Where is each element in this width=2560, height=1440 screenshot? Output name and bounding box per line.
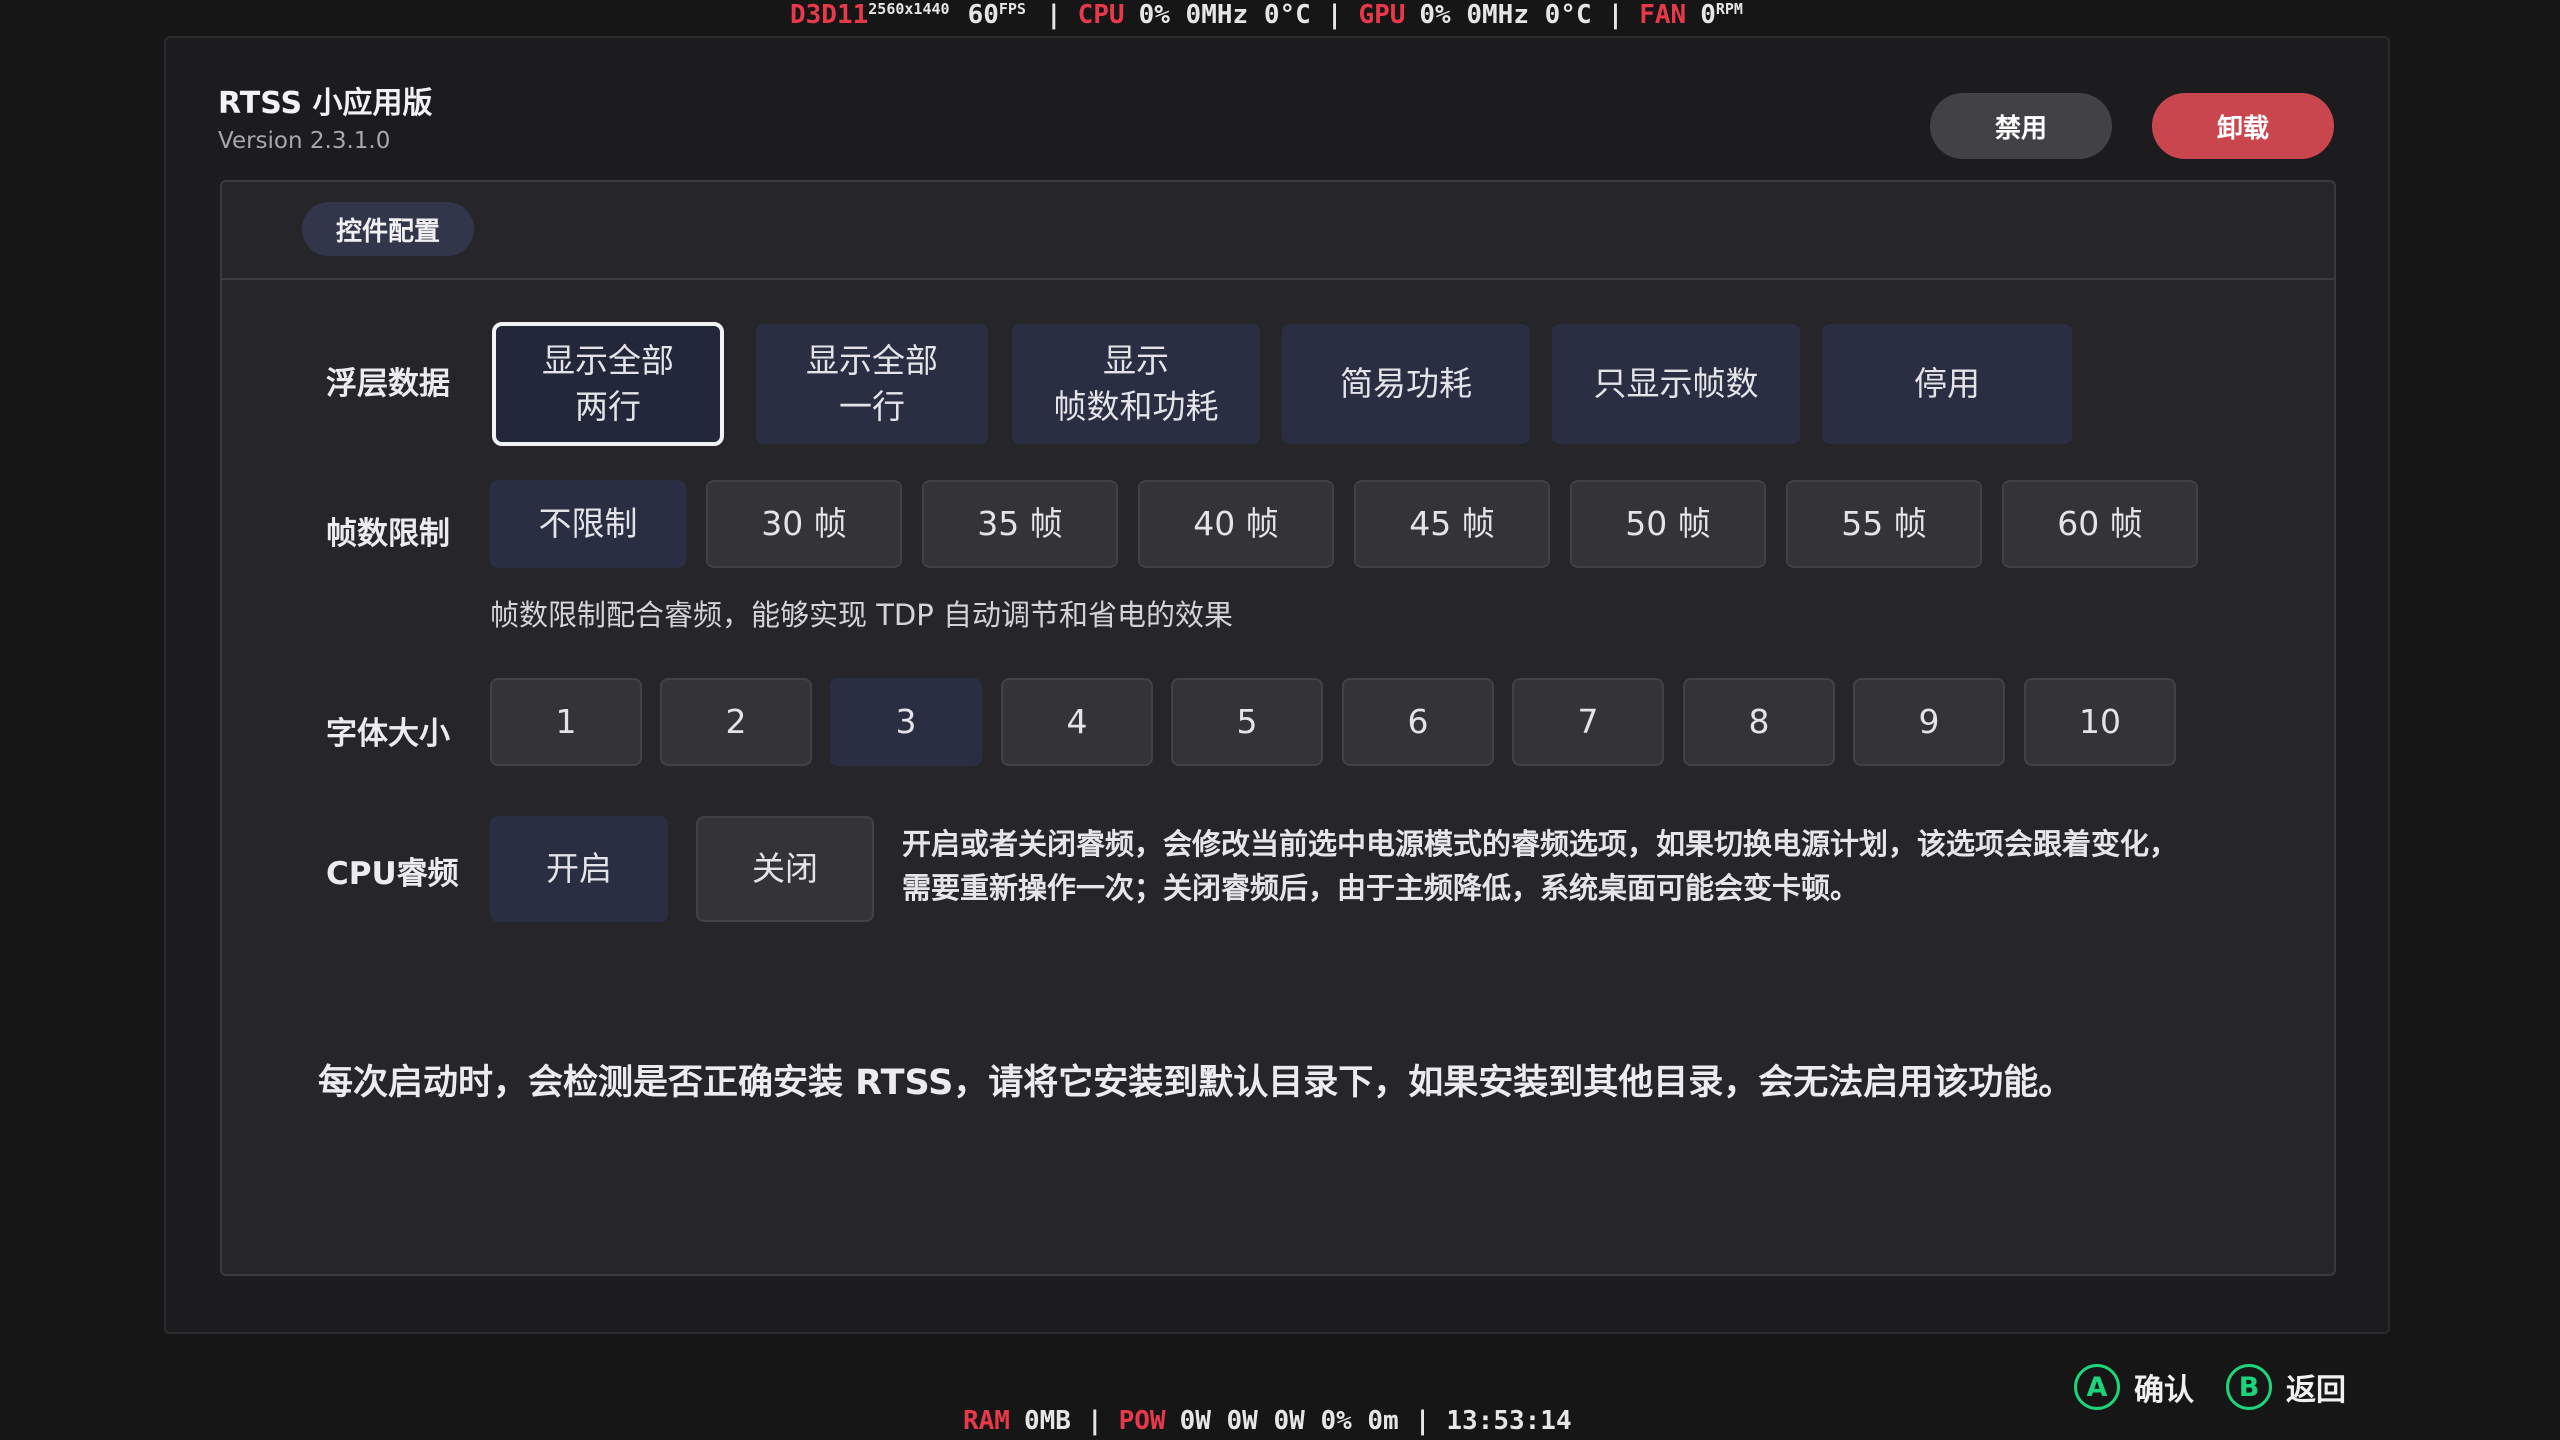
font-size-option-6[interactable]: 6: [1342, 678, 1494, 766]
font-size-option-2[interactable]: 2: [660, 678, 812, 766]
fps-limit-option-40[interactable]: 40 帧: [1138, 480, 1334, 568]
overlay-option-line2: 一行: [839, 387, 905, 426]
b-button-icon: B: [2226, 1364, 2272, 1410]
overlay-option-simple-power[interactable]: 简易功耗: [1282, 324, 1530, 444]
confirm-hint[interactable]: A 确认: [2074, 1364, 2194, 1410]
osd-ram-label: RAM: [963, 1406, 1010, 1436]
osd-top-bar: D3D11 2560x1440 60 FPS | CPU 0% 0MHz 0°C…: [790, 0, 1743, 30]
osd-cpu-label: CPU: [1077, 0, 1125, 30]
cpu-boost-on-button[interactable]: 开启: [490, 816, 668, 922]
font-size-option-9[interactable]: 9: [1853, 678, 2005, 766]
font-size-option-4[interactable]: 4: [1001, 678, 1153, 766]
overlay-option-all-two-lines[interactable]: 显示全部 两行: [492, 322, 724, 446]
osd-cpu-values: 0% 0MHz 0°C: [1138, 0, 1311, 30]
panel-divider: [222, 278, 2334, 280]
osd-clock: 13:53:14: [1446, 1406, 1572, 1436]
app-version: Version 2.3.1.0: [218, 128, 391, 154]
font-size-option-5[interactable]: 5: [1171, 678, 1323, 766]
cpu-boost-off-button[interactable]: 关闭: [696, 816, 874, 922]
fps-limit-hint: 帧数限制配合睿频，能够实现 TDP 自动调节和省电的效果: [490, 598, 1233, 632]
osd-pow-values: 0W 0W 0W 0% 0m: [1179, 1406, 1399, 1436]
fps-limit-option-50[interactable]: 50 帧: [1570, 480, 1766, 568]
rtss-install-notice: 每次启动时，会检测是否正确安装 RTSS，请将它安装到默认目录下，如果安装到其他…: [318, 1063, 2074, 1103]
osd-gpu-values: 0% 0MHz 0°C: [1419, 0, 1592, 30]
back-hint[interactable]: B 返回: [2226, 1364, 2346, 1410]
font-size-option-7[interactable]: 7: [1512, 678, 1664, 766]
cpu-boost-description: 开启或者关闭睿频，会修改当前选中电源模式的睿频选项，如果切换电源计划，该选项会跟…: [902, 827, 2179, 905]
osd-ram-value: 0MB: [1023, 1406, 1071, 1436]
font-size-option-8[interactable]: 8: [1683, 678, 1835, 766]
osd-fan-value: 0: [1700, 0, 1716, 30]
osd-gpu-label: GPU: [1358, 0, 1406, 30]
overlay-option-line1: 显示: [1103, 341, 1169, 380]
osd-api: D3D11: [790, 0, 869, 30]
tab-widget-config[interactable]: 控件配置: [302, 202, 475, 256]
overlay-option-line1: 显示全部: [542, 341, 674, 380]
uninstall-button[interactable]: 卸载: [2152, 93, 2334, 159]
settings-panel: 控件配置 浮层数据 显示全部两行 显示全部一行 显示帧数和功耗 简易功耗 只显示…: [220, 180, 2336, 1276]
osd-fps-unit: FPS: [998, 0, 1026, 18]
fps-limit-option-45[interactable]: 45 帧: [1354, 480, 1550, 568]
fps-limit-option-55[interactable]: 55 帧: [1786, 480, 1982, 568]
app-title: RTSS 小应用版: [218, 86, 433, 121]
osd-fps-value: 60: [967, 0, 999, 30]
app-window: RTSS 小应用版 Version 2.3.1.0 禁用 卸载 控件配置 浮层数…: [164, 36, 2390, 1334]
osd-resolution: 2560x1440: [868, 0, 950, 18]
fps-limit-option-60[interactable]: 60 帧: [2002, 480, 2198, 568]
cpu-boost-row-label: CPU睿频: [326, 856, 459, 892]
font-size-row-label: 字体大小: [326, 716, 450, 752]
fps-limit-option-30[interactable]: 30 帧: [706, 480, 902, 568]
osd-fan-label: FAN: [1639, 0, 1687, 30]
osd-pow-label: POW: [1118, 1406, 1166, 1436]
overlay-option-line1: 简易功耗: [1340, 364, 1472, 403]
font-size-option-10[interactable]: 10: [2024, 678, 2176, 766]
overlay-option-line1: 只显示帧数: [1593, 364, 1759, 403]
a-button-icon: A: [2074, 1364, 2120, 1410]
font-size-option-1[interactable]: 1: [490, 678, 642, 766]
overlay-row-label: 浮层数据: [326, 366, 450, 402]
overlay-option-off[interactable]: 停用: [1822, 324, 2072, 444]
fps-limit-option-unlimited[interactable]: 不限制: [490, 480, 686, 568]
overlay-option-line2: 两行: [575, 387, 641, 426]
disable-button[interactable]: 禁用: [1930, 93, 2112, 159]
fps-limit-row-label: 帧数限制: [326, 516, 450, 552]
font-size-option-3[interactable]: 3: [830, 678, 982, 766]
overlay-option-fps-and-power[interactable]: 显示 帧数和功耗: [1012, 324, 1260, 444]
overlay-option-all-one-line[interactable]: 显示全部 一行: [756, 324, 988, 444]
back-label: 返回: [2286, 1373, 2346, 1408]
overlay-option-line1: 显示全部: [806, 341, 938, 380]
overlay-option-fps-only[interactable]: 只显示帧数: [1552, 324, 1800, 444]
confirm-label: 确认: [2134, 1373, 2194, 1408]
osd-fan-unit: RPM: [1715, 0, 1743, 18]
osd-bottom-bar: RAM 0MB | POW 0W 0W 0W 0% 0m | 13:53:14: [963, 1406, 1572, 1436]
fps-limit-option-35[interactable]: 35 帧: [922, 480, 1118, 568]
overlay-option-line2: 帧数和功耗: [1053, 387, 1219, 426]
overlay-option-line1: 停用: [1914, 364, 1980, 403]
